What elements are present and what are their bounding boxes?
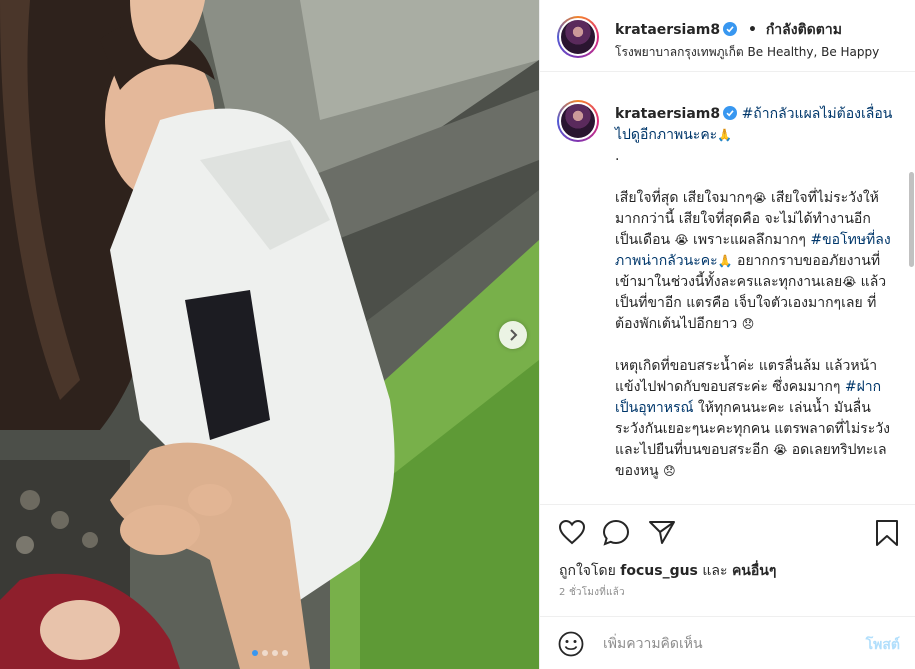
caption-area: krataersiam8 #ถ้ากลัวแผลไม่ต้องเลื่อนไปด… bbox=[540, 72, 915, 504]
comment-box: โพสต์ bbox=[540, 616, 915, 669]
sob-emoji: 😭 bbox=[752, 191, 767, 205]
carousel-dots bbox=[0, 650, 539, 656]
header-user-line: krataersiam8 • กำลังติดตาม bbox=[615, 19, 842, 41]
next-slide-button[interactable] bbox=[499, 321, 527, 349]
verified-badge-icon bbox=[723, 22, 738, 36]
caption-scrollbar[interactable] bbox=[909, 172, 914, 267]
comment-icon[interactable] bbox=[602, 519, 630, 547]
bookmark-icon[interactable] bbox=[875, 519, 899, 547]
post-actions: ถูกใจโดย focus_gus และ คนอื่นๆ 2 ชั่วโมง… bbox=[540, 504, 915, 624]
sob-emoji: 😭 bbox=[674, 233, 689, 247]
liked-by-user-link[interactable]: focus_gus bbox=[620, 563, 698, 579]
following-button[interactable]: กำลังติดตาม bbox=[766, 22, 842, 38]
header-separator: • bbox=[747, 22, 757, 38]
post-photo[interactable] bbox=[0, 0, 539, 669]
location-link[interactable]: โรงพยาบาลกรุงเทพภูเก็ต Be Healthy, Be Ha… bbox=[615, 43, 879, 62]
chevron-right-icon bbox=[510, 329, 518, 341]
caption-text-part: เสียใจที่สุด เสียใจมากๆ bbox=[615, 190, 753, 206]
verified-badge-icon bbox=[723, 106, 738, 120]
share-icon[interactable] bbox=[648, 519, 676, 545]
carousel-dot bbox=[271, 650, 278, 656]
header-username[interactable]: krataersiam8 bbox=[615, 22, 720, 38]
comment-input[interactable] bbox=[603, 630, 843, 658]
sob-emoji: 😭 bbox=[773, 443, 788, 457]
caption-text: krataersiam8 #ถ้ากลัวแผลไม่ต้องเลื่อนไปด… bbox=[615, 104, 893, 482]
likes-others-link[interactable]: คนอื่นๆ bbox=[732, 563, 776, 579]
post-side-panel: krataersiam8 • กำลังติดตาม โรงพยาบาลกรุง… bbox=[539, 0, 915, 669]
caption-dot: . bbox=[615, 148, 620, 164]
likes-prefix: ถูกใจโดย bbox=[559, 563, 616, 579]
carousel-dot bbox=[261, 650, 268, 656]
carousel-dot-active bbox=[251, 650, 258, 656]
likes-and: และ bbox=[702, 563, 728, 579]
carousel-dot bbox=[281, 650, 288, 656]
post-timestamp[interactable]: 2 ชั่วโมงที่แล้ว bbox=[559, 585, 625, 600]
pray-emoji: 🙏 bbox=[717, 128, 733, 142]
smiley-icon[interactable] bbox=[558, 631, 584, 657]
caption-avatar[interactable] bbox=[557, 100, 599, 142]
caption-text-part: เหตุเกิดที่ขอบสระน้ำค่ะ แตรลื่นล้ม แล้วห… bbox=[615, 358, 878, 395]
post-comment-button[interactable]: โพสต์ bbox=[866, 634, 900, 656]
likes-summary: ถูกใจโดย focus_gus และ คนอื่นๆ bbox=[559, 560, 776, 582]
heart-icon[interactable] bbox=[558, 519, 586, 545]
sad-emoji: 😞 bbox=[663, 464, 676, 478]
photo-scene bbox=[0, 0, 539, 669]
sob-emoji: 😭 bbox=[842, 275, 857, 289]
avatar[interactable] bbox=[557, 16, 599, 58]
post-header: krataersiam8 • กำลังติดตาม โรงพยาบาลกรุง… bbox=[540, 0, 915, 72]
caption-text-part: เพราะแผลลึกมากๆ bbox=[688, 232, 811, 248]
sad-emoji: 😞 bbox=[741, 317, 755, 331]
caption-username[interactable]: krataersiam8 bbox=[615, 106, 720, 122]
pray-emoji: 🙏 bbox=[717, 254, 733, 268]
